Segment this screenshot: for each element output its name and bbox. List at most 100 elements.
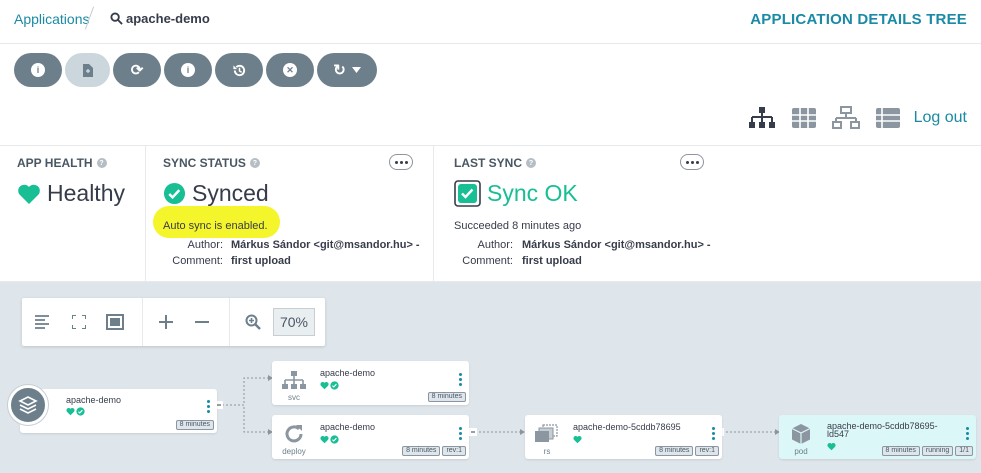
last-sync-label: LAST SYNC ? [454,156,537,170]
align-left-icon[interactable] [34,313,52,331]
network-view-icon[interactable] [831,106,860,130]
last-sync-panel: LAST SYNC ? Sync OK [433,146,981,282]
last-sync-comment: first upload [522,255,582,267]
heart-icon [320,382,329,390]
replicaset-icon [533,423,561,445]
last-sync-succeeded: Succeeded 8 minutes ago [454,220,582,232]
page-title: APPLICATION DETAILS TREE [750,11,967,28]
last-sync-label-text: LAST SYNC [454,156,523,170]
tree-view-icon[interactable] [748,106,776,130]
heart-icon [320,436,329,444]
heart-icon [66,408,75,416]
history-icon [232,64,245,76]
refresh-icon: ↻ [333,62,346,79]
sync-status-label: SYNC STATUS ? [163,156,260,170]
node-menu-button[interactable] [207,400,210,413]
check-circle-icon [163,182,186,205]
last-sync-text: Sync OK [487,180,578,206]
expand-icon[interactable] [70,313,88,331]
app-health-value: Healthy [17,180,125,207]
details-button[interactable]: i [14,53,62,87]
node-age-tag: 8 minutes [427,392,466,402]
node-name: apache-demo-5cddb78695 [573,422,681,432]
node-service[interactable]: svc apache-demo 8 minutes [272,361,469,405]
zoom-level: 70% [273,308,315,336]
delete-button[interactable]: ✕ [266,53,314,87]
sync-author: Márkus Sándor <git@msandor.hu> - [231,239,420,251]
node-menu-button[interactable] [966,427,969,440]
fit-screen-icon[interactable] [106,313,124,331]
node-status [827,442,836,451]
node-age-tag: 8 minutes [655,446,694,456]
top-bar: Applications apache-demo APPLICATION DET… [0,0,981,44]
pod-icon [787,423,815,445]
node-menu-button[interactable] [459,373,462,386]
app-health-text: Healthy [47,180,125,206]
node-age-tag: 8 minutes [175,420,214,430]
help-icon[interactable]: ? [249,158,260,168]
graph-toolbar: 70% [22,298,325,346]
help-icon[interactable]: ? [526,158,537,168]
node-name-line2: ld547 [827,429,850,439]
application-icon [8,385,48,425]
view-switcher: Log out [748,106,967,130]
refresh-button[interactable]: ↻ [317,53,377,87]
node-replicaset[interactable]: rs apache-demo-5cddb78695 8 minutes rev:… [525,415,722,459]
info-icon: i [31,63,45,77]
author-label: Author: [187,239,223,251]
history-button[interactable] [215,53,263,87]
sync-status-button[interactable]: i [164,53,212,87]
node-status [320,435,339,444]
app-health-label-text: APP HEALTH [17,156,93,170]
check-circle-icon [76,407,85,416]
node-menu-button[interactable] [459,427,462,440]
heart-icon [573,436,582,444]
node-kind: deploy [282,447,306,456]
node-tags: 8 minutes running 1/1 [881,446,973,456]
list-view-icon[interactable] [874,106,902,130]
node-name: apache-demo [320,422,376,432]
node-application[interactable]: apache-demo 8 minutes [20,389,217,433]
last-sync-value: Sync OK [454,180,578,207]
node-kind: svc [288,393,300,402]
status-panels: APP HEALTH ? Healthy SYNC STATUS ? Synce… [0,146,981,282]
service-icon [280,369,308,391]
node-menu-button[interactable] [712,427,715,440]
plus-icon[interactable] [157,313,175,331]
node-name: apache-demo [320,368,376,378]
help-icon[interactable]: ? [96,158,107,168]
last-sync-author: Márkus Sándor <git@msandor.hu> - [522,239,711,251]
divider [142,298,143,346]
sync-button[interactable]: ⟳ [113,53,161,87]
node-status [573,435,582,444]
auto-sync-text: Auto sync is enabled. [163,220,268,232]
sync-status-label-text: SYNC STATUS [163,156,246,170]
node-age-tag: 8 minutes [881,446,920,456]
sync-status-more-button[interactable] [389,154,413,170]
diff-button[interactable] [65,53,110,87]
app-toolbar: i ⟳ i ✕ ↻ Log out [0,44,981,146]
heart-icon [827,443,836,451]
minus-icon[interactable] [193,313,211,331]
node-revision-tag: rev:1 [442,446,466,456]
last-sync-more-button[interactable] [680,154,704,170]
pods-view-icon[interactable] [790,106,818,130]
logout-link[interactable]: Log out [914,109,967,127]
breadcrumb-app[interactable]: apache-demo [110,11,210,26]
node-status [320,381,339,390]
node-name: apache-demo [66,395,122,405]
sync-status-text: Synced [192,180,269,206]
check-circle-icon [330,381,339,390]
breadcrumb-app-name: apache-demo [126,11,210,26]
app-health-panel: APP HEALTH ? Healthy [0,146,145,282]
zoom-in-icon[interactable] [244,313,262,331]
sync-comment: first upload [231,255,291,267]
node-pod[interactable]: pod apache-demo-5cddb78695- ld547 8 minu… [779,415,976,459]
author-label: Author: [477,239,513,251]
comment-label: Comment: [462,255,513,267]
node-deployment[interactable]: deploy apache-demo 8 minutes rev:1 [272,415,469,459]
breadcrumb-applications-link[interactable]: Applications [14,11,90,27]
heart-icon [18,184,40,204]
file-diff-icon [83,63,93,77]
node-kind: pod [794,447,808,456]
